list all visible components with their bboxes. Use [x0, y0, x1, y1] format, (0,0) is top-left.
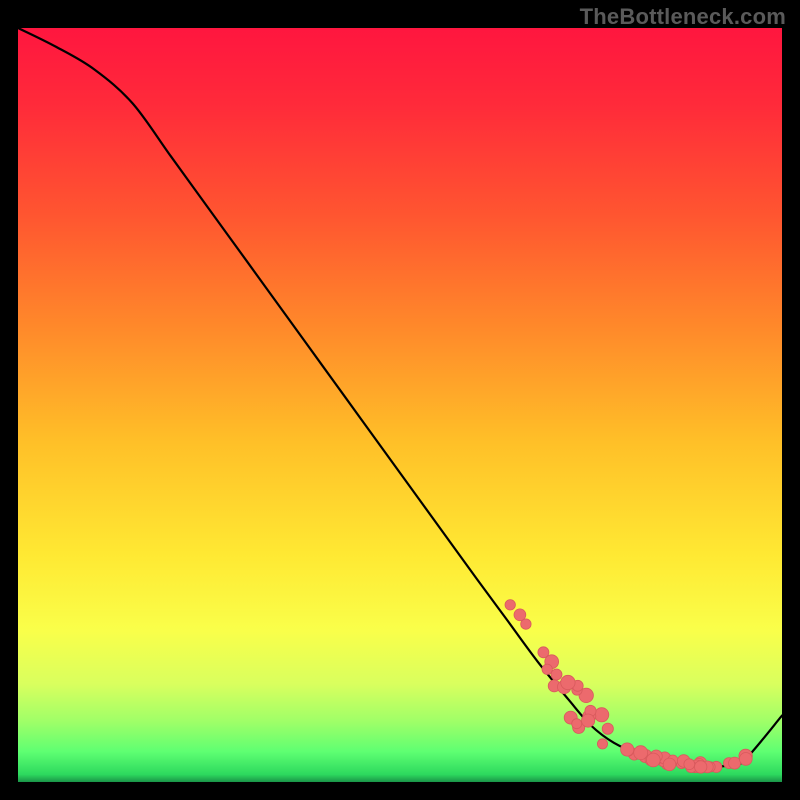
- data-dot: [739, 753, 752, 766]
- data-dot: [646, 753, 660, 767]
- data-dot: [695, 761, 707, 773]
- data-dot: [561, 675, 575, 689]
- data-dot: [663, 758, 676, 771]
- data-dot: [551, 669, 562, 680]
- dots-group: [505, 600, 752, 774]
- data-dot: [505, 600, 515, 610]
- data-dot: [602, 723, 613, 734]
- data-dot: [684, 759, 695, 770]
- data-dot: [521, 619, 531, 629]
- curve-layer: [18, 28, 782, 782]
- chart-stage: TheBottleneck.com: [0, 0, 800, 800]
- data-dot: [621, 743, 634, 756]
- data-dot: [582, 714, 595, 727]
- plot-area: [18, 28, 782, 782]
- data-dot: [729, 757, 741, 769]
- data-dot: [572, 719, 582, 729]
- data-dot: [595, 708, 609, 722]
- data-dot: [597, 739, 607, 749]
- brand-watermark: TheBottleneck.com: [580, 4, 786, 30]
- bottleneck-curve: [18, 28, 782, 767]
